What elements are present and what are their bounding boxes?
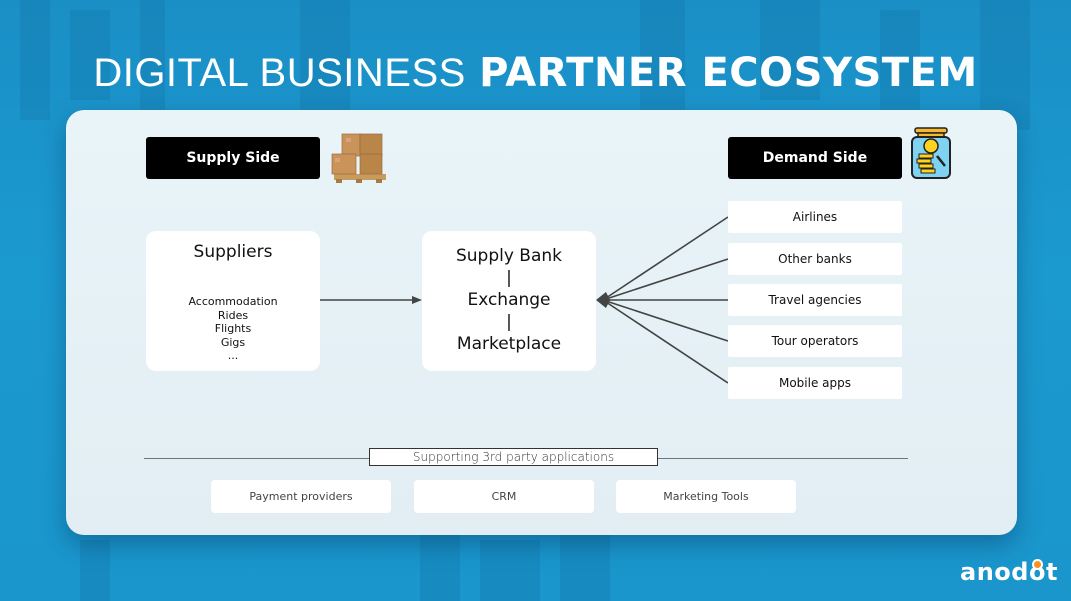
demand-side-text: Demand Side	[762, 150, 868, 166]
supplier-item: Flights	[214, 322, 252, 335]
hub-exchange: Exchange	[467, 290, 551, 310]
hub-separator: |	[506, 268, 512, 288]
ecosystem-panel: Supply Side Demand Side Suppliers Accomm…	[66, 110, 1017, 535]
supply-side-text: Supply Side	[186, 150, 280, 166]
logo-orange-dot	[1033, 561, 1041, 568]
logo-text-suffix: t	[1045, 558, 1058, 586]
logo-text-prefix: anod	[960, 558, 1029, 586]
mobile-apps-connector	[602, 299, 729, 384]
tour-operators-connector	[602, 299, 729, 342]
suppliers-list: Accommodation Rides Flights Gigs ...	[146, 295, 320, 363]
suppliers-heading: Suppliers	[193, 242, 273, 262]
demand-item-airlines: Airlines	[728, 201, 902, 233]
support-item-crm: CRM	[414, 480, 594, 513]
supply-side-label: Supply Side	[146, 137, 320, 179]
supplier-item: Accommodation	[188, 295, 278, 308]
demand-to-hub-arrowhead	[596, 292, 610, 308]
demand-item-other-banks: Other banks	[728, 243, 902, 275]
support-section-label: Supporting 3rd party applications	[369, 448, 658, 466]
supplier-item: Gigs	[220, 335, 246, 349]
hub-marketplace: Marketplace	[456, 334, 562, 354]
demand-item-tour-operators: Tour operators	[728, 325, 902, 357]
title-bold: PARTNER ECOSYSTEM	[479, 50, 978, 96]
suppliers-card: Suppliers Accommodation Rides Flights Gi…	[146, 231, 320, 371]
hub-separator: |	[506, 312, 512, 332]
title-light: DIGITAL BUSINESS	[93, 51, 466, 95]
other-banks-connector	[602, 258, 729, 301]
support-item-marketing-tools: Marketing Tools	[616, 480, 796, 513]
suppliers-to-hub-arrowhead	[412, 296, 422, 304]
demand-side-label: Demand Side	[728, 137, 902, 179]
demand-item-travel-agencies: Travel agencies	[728, 284, 902, 316]
supplier-item: Rides	[217, 308, 249, 322]
support-item-payment-providers: Payment providers	[211, 480, 391, 513]
logo-dot-o: o	[1028, 558, 1046, 586]
airlines-connector	[602, 216, 729, 301]
demand-item-mobile-apps: Mobile apps	[728, 367, 902, 399]
supplier-item: ...	[227, 349, 239, 362]
cardboard-boxes-on-pallet-icon	[331, 133, 386, 183]
hub-supply-bank: Supply Bank	[455, 246, 563, 266]
coin-jar-icon	[911, 127, 951, 179]
anodot-logo: anodo t	[960, 558, 1058, 586]
page-title: DIGITAL BUSINESS PARTNER ECOSYSTEM	[0, 50, 1071, 96]
supply-bank-hub-card: Supply Bank | Exchange | Marketplace	[422, 231, 596, 371]
